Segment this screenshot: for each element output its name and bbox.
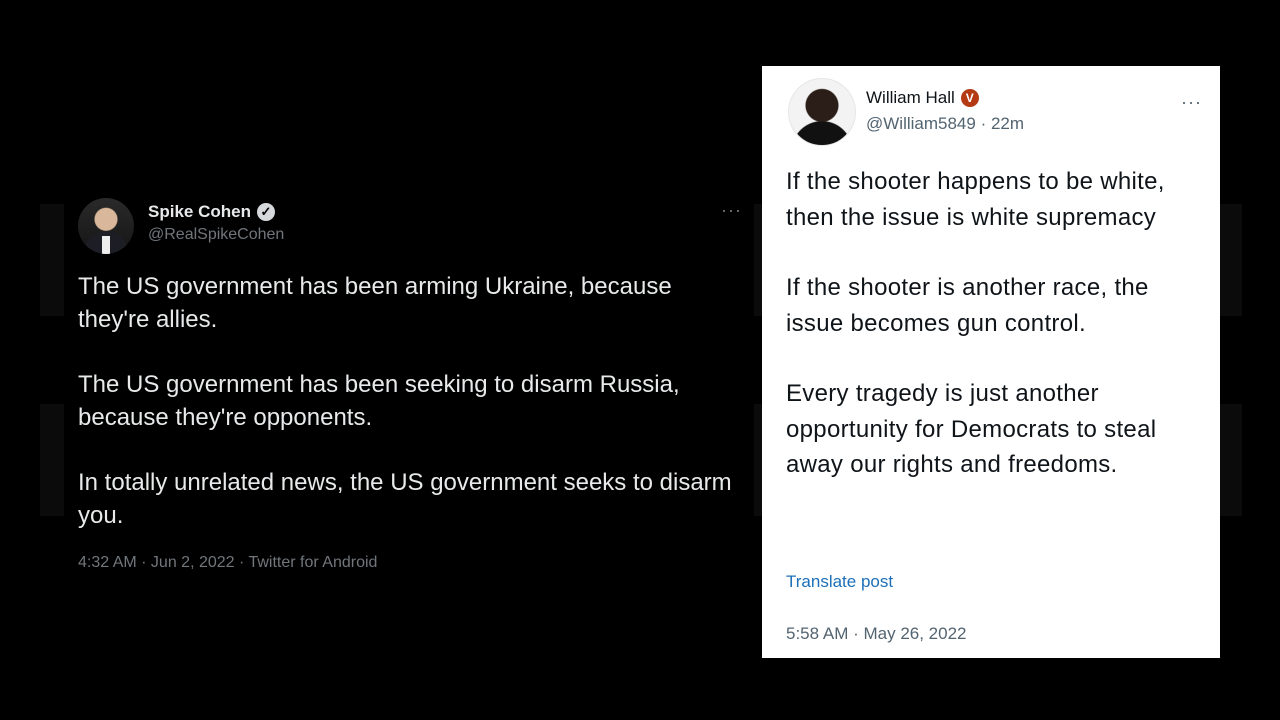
author-handle-row: @William5849 · 22m [866, 114, 1024, 134]
author-handle[interactable]: @William5849 [866, 114, 976, 133]
more-options-icon[interactable]: ··· [721, 200, 742, 221]
avatar[interactable] [788, 78, 856, 146]
tweet-paragraph: In totally unrelated news, the US govern… [78, 469, 732, 529]
tweet-text: If the shooter happens to be white, then… [786, 164, 1206, 518]
author-row: Spike Cohen ✓ [148, 202, 275, 222]
video-frame: Spike Cohen ✓ @RealSpikeCohen ··· The US… [0, 0, 1280, 720]
tweet-timestamp[interactable]: 4:32 AM · Jun 2, 2022 · Twitter for Andr… [78, 554, 377, 572]
verified-icon: V [960, 89, 979, 107]
post-age: · 22m [980, 114, 1025, 133]
translate-post-link[interactable]: Translate post [786, 572, 893, 592]
tweet-paragraph: The US government has been arming Ukrain… [78, 273, 672, 333]
tweet-paragraph: The US government has been seeking to di… [78, 371, 680, 431]
avatar[interactable] [78, 198, 134, 254]
tweet-paragraph: If the shooter happens to be white, then… [786, 168, 1165, 231]
tweet-timestamp[interactable]: 5:58 AM · May 26, 2022 [786, 624, 967, 644]
author-row: William Hall V [866, 88, 979, 108]
tweet-card-right: William Hall V @William5849 · 22m ··· If… [762, 66, 1220, 658]
more-options-icon[interactable]: ··· [1181, 92, 1202, 113]
tweet-card-left: Spike Cohen ✓ @RealSpikeCohen ··· The US… [64, 188, 754, 588]
verified-icon: ✓ [256, 203, 275, 221]
tweet-paragraph: If the shooter is another race, the issu… [786, 274, 1149, 337]
author-handle[interactable]: @RealSpikeCohen [148, 226, 284, 244]
author-name[interactable]: Spike Cohen [148, 202, 251, 222]
author-name[interactable]: William Hall [866, 88, 955, 108]
tweet-paragraph: Every tragedy is just another opportunit… [786, 380, 1157, 478]
tweet-text: The US government has been arming Ukrain… [78, 270, 748, 564]
